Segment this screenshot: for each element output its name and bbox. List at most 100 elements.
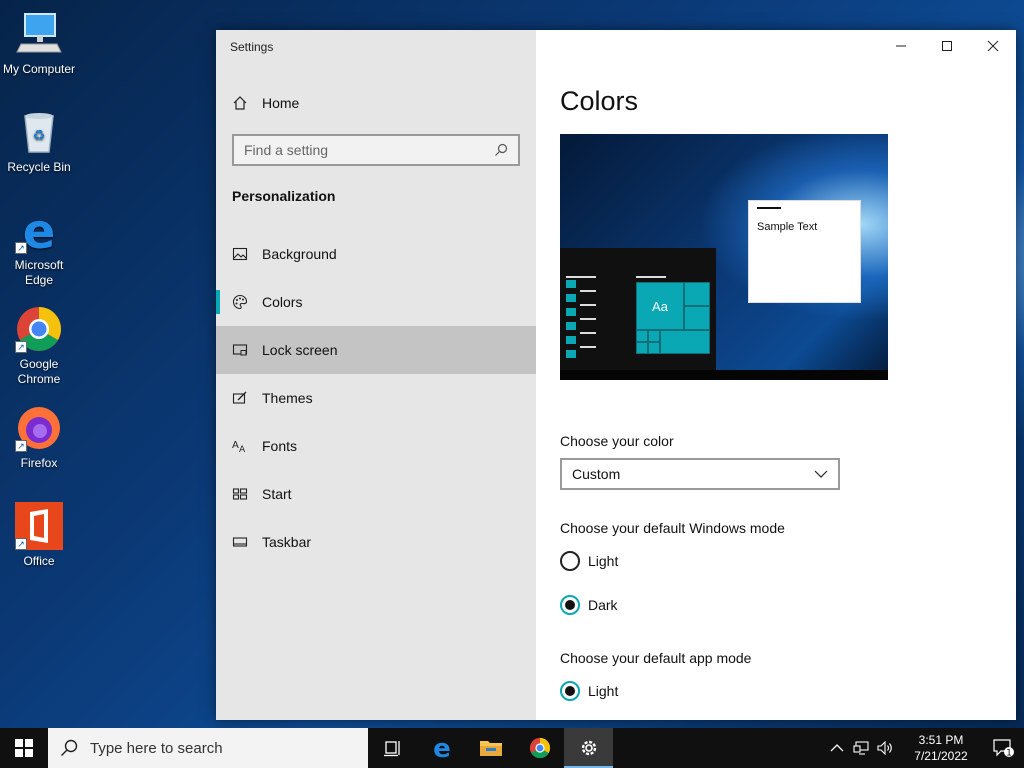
- nav-item-themes[interactable]: Themes: [216, 374, 536, 422]
- taskbar-edge-button[interactable]: e: [417, 728, 466, 768]
- app-mode-light-radio[interactable]: Light: [560, 681, 618, 701]
- nav-item-taskbar[interactable]: Taskbar: [216, 518, 536, 566]
- computer-icon: [15, 10, 63, 58]
- home-icon: [233, 96, 247, 110]
- lock-screen-icon: [232, 344, 248, 356]
- action-center-button[interactable]: 1: [984, 728, 1024, 768]
- task-view-icon: [383, 741, 400, 757]
- dropdown-value: Custom: [572, 466, 621, 482]
- fonts-icon: A A: [232, 440, 246, 454]
- desktop-icon-my-computer[interactable]: My Computer: [2, 10, 76, 77]
- svg-text:e: e: [433, 736, 451, 760]
- svg-text:♻: ♻: [33, 128, 46, 144]
- windows-mode-dark-radio[interactable]: Dark: [560, 595, 618, 615]
- nav-item-label: Start: [262, 486, 292, 502]
- taskbar-icon: [232, 537, 248, 547]
- maximize-icon: [942, 41, 952, 51]
- desktop-icon-label: Firefox: [20, 456, 58, 470]
- volume-button[interactable]: [874, 741, 896, 755]
- nav-item-colors[interactable]: Colors: [216, 278, 536, 326]
- close-icon: [987, 40, 999, 52]
- gear-icon: [581, 740, 596, 756]
- nav-item-fonts[interactable]: A A Fonts: [216, 422, 536, 470]
- settings-content: Colors Aa Sample Text Choose your color …: [536, 30, 1016, 720]
- themes-icon: [232, 391, 247, 404]
- recycle-bin-icon: ♻: [15, 108, 63, 156]
- minimize-button[interactable]: [878, 30, 924, 62]
- clock-time: 3:51 PM: [918, 733, 964, 747]
- desktop-icon-label: Recycle Bin: [7, 160, 71, 174]
- app-mode-label: Choose your default app mode: [560, 650, 752, 666]
- preview-sample-text: Sample Text: [757, 221, 818, 233]
- desktop-icon-edge[interactable]: e ↗ Microsoft Edge: [2, 204, 76, 288]
- desktop-icon-label: Office: [23, 554, 55, 568]
- task-view-button[interactable]: [368, 728, 417, 768]
- desktop-icon-office[interactable]: ↗ Office: [2, 502, 76, 569]
- nav-item-label: Background: [262, 246, 337, 262]
- folder-icon: [479, 741, 502, 756]
- start-button[interactable]: [0, 728, 48, 768]
- nav-item-label: Colors: [262, 294, 303, 310]
- nav-item-start[interactable]: Start: [216, 470, 536, 518]
- svg-text:A: A: [232, 440, 239, 451]
- taskbar-chrome-button[interactable]: [515, 728, 564, 768]
- close-button[interactable]: [970, 30, 1016, 62]
- choose-color-dropdown[interactable]: Custom: [560, 458, 840, 490]
- desktop-icon-firefox[interactable]: ↗ Firefox: [2, 404, 76, 471]
- nav-item-label: Fonts: [262, 438, 298, 454]
- nav-item-label: Taskbar: [262, 534, 312, 550]
- edge-icon: e ↗: [15, 204, 63, 260]
- office-icon: ↗: [15, 502, 63, 550]
- notification-icon: 1: [993, 739, 1014, 759]
- desktop-icon-label: Google Chrome: [17, 357, 61, 386]
- radio-label: Light: [588, 553, 619, 569]
- choose-color-label: Choose your color: [560, 433, 674, 449]
- desktop-icon-chrome[interactable]: ↗ Google Chrome: [2, 305, 76, 387]
- taskbar-search-input[interactable]: Type here to search: [48, 728, 368, 768]
- svg-text:A: A: [239, 445, 246, 454]
- clock-date: 7/21/2022: [914, 749, 968, 763]
- shortcut-arrow-icon: ↗: [15, 341, 27, 353]
- chevron-up-icon: [830, 744, 844, 752]
- nav-item-lock-screen[interactable]: Lock screen: [216, 326, 536, 374]
- nav-item-background[interactable]: Background: [216, 230, 536, 278]
- svg-text:e: e: [23, 206, 56, 254]
- windows-logo-icon: [15, 739, 33, 757]
- chevron-down-icon: [814, 470, 828, 478]
- maximize-button[interactable]: [924, 30, 970, 62]
- desktop-icon-recycle-bin[interactable]: ♻ Recycle Bin: [2, 108, 76, 175]
- desktop-icon-label: Microsoft Edge: [14, 258, 64, 287]
- nav-list: Background Colors Lock screen Themes A A…: [216, 230, 536, 566]
- radio-label: Dark: [588, 597, 618, 613]
- firefox-icon: ↗: [15, 404, 63, 452]
- search-icon: [61, 739, 78, 756]
- windows-mode-light-radio[interactable]: Light: [560, 551, 618, 571]
- nav-item-label: Themes: [262, 390, 313, 406]
- taskbar-settings-button[interactable]: [564, 728, 613, 768]
- nav-home-label: Home: [262, 95, 300, 111]
- taskbar-clock[interactable]: 3:51 PM 7/21/2022: [906, 732, 976, 764]
- nav-home[interactable]: Home: [232, 92, 299, 114]
- preview-window: Sample Text: [748, 200, 861, 303]
- chrome-icon: ↗: [15, 305, 63, 353]
- show-hidden-icons-button[interactable]: [826, 743, 848, 753]
- desktop-icon-label: My Computer: [2, 62, 76, 76]
- start-icon: [232, 488, 248, 500]
- network-button[interactable]: [850, 741, 872, 755]
- shortcut-arrow-icon: ↗: [15, 538, 27, 550]
- shortcut-arrow-icon: ↗: [15, 242, 27, 254]
- chrome-icon: [529, 737, 550, 759]
- settings-window: Settings Home Find a setting Personaliza…: [216, 30, 1016, 720]
- window-title: Settings: [230, 40, 274, 54]
- preview-start-menu: Aa: [560, 248, 716, 370]
- caption-buttons: [878, 30, 1016, 62]
- search-placeholder: Find a setting: [244, 142, 329, 158]
- search-icon: [495, 143, 508, 156]
- settings-search-input[interactable]: Find a setting: [232, 134, 520, 166]
- speaker-icon: [877, 741, 892, 755]
- system-tray: 3:51 PM 7/21/2022 1: [826, 728, 1024, 768]
- taskbar-search-placeholder: Type here to search: [90, 739, 223, 757]
- taskbar-file-explorer-button[interactable]: [466, 728, 515, 768]
- page-title: Colors: [560, 86, 639, 116]
- notification-count: 1: [1006, 749, 1012, 759]
